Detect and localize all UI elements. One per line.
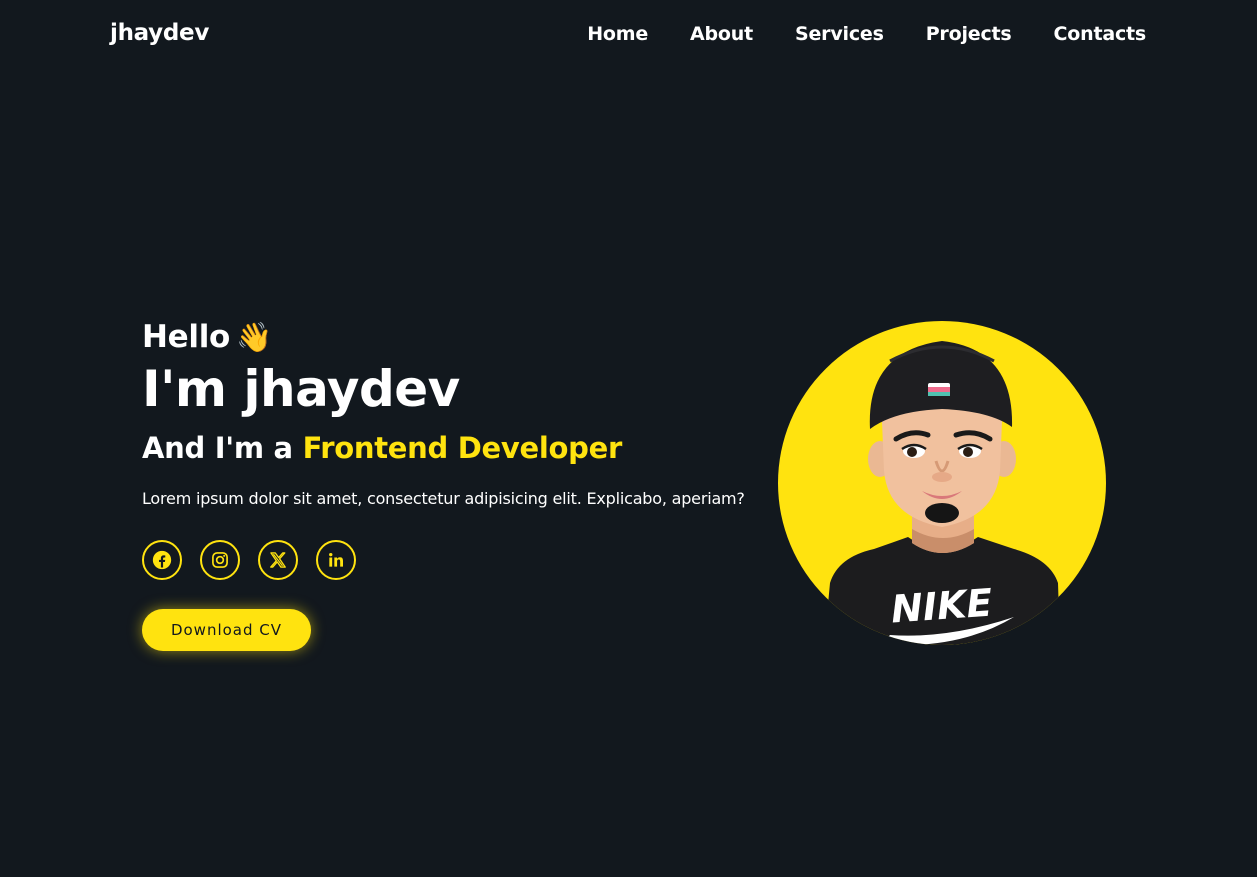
role-highlight: Frontend Developer	[302, 431, 623, 465]
social-links	[142, 540, 762, 580]
page: jhaydev Home About Services Projects Con…	[0, 0, 1257, 877]
hero-description: Lorem ipsum dolor sit amet, consectetur …	[142, 489, 745, 508]
nav-about[interactable]: About	[690, 23, 753, 45]
instagram-icon	[212, 552, 228, 568]
greeting-text: Hello	[142, 319, 231, 355]
avatar-illustration: NIKE	[824, 341, 1060, 645]
facebook-link[interactable]	[142, 540, 182, 580]
facebook-icon	[152, 550, 172, 570]
linkedin-icon	[329, 553, 343, 567]
linkedin-link[interactable]	[316, 540, 356, 580]
site-logo[interactable]: jhaydev	[110, 20, 209, 46]
nav-home[interactable]: Home	[587, 23, 648, 45]
hero-intro: Hello 👋 I'm jhaydev And I'm a Frontend D…	[142, 316, 762, 651]
nav-services[interactable]: Services	[795, 23, 884, 45]
greeting: Hello 👋	[142, 316, 762, 358]
waving-hand-icon: 👋	[236, 320, 272, 354]
avatar: NIKE	[778, 321, 1106, 645]
role-prefix: And I'm a	[142, 431, 293, 465]
download-cv-button[interactable]: Download CV	[142, 609, 311, 651]
x-twitter-icon	[270, 552, 286, 568]
nav-projects[interactable]: Projects	[926, 23, 1012, 45]
site-header: jhaydev Home About Services Projects Con…	[0, 0, 1257, 72]
nav-contacts[interactable]: Contacts	[1054, 23, 1147, 45]
main-nav: Home About Services Projects Contacts	[545, 23, 1146, 45]
instagram-link[interactable]	[200, 540, 240, 580]
hero-role: And I'm a Frontend Developer	[142, 428, 762, 468]
x-link[interactable]	[258, 540, 298, 580]
hero-name: I'm jhaydev	[142, 360, 460, 418]
shirt-logo-text: NIKE	[890, 581, 994, 632]
